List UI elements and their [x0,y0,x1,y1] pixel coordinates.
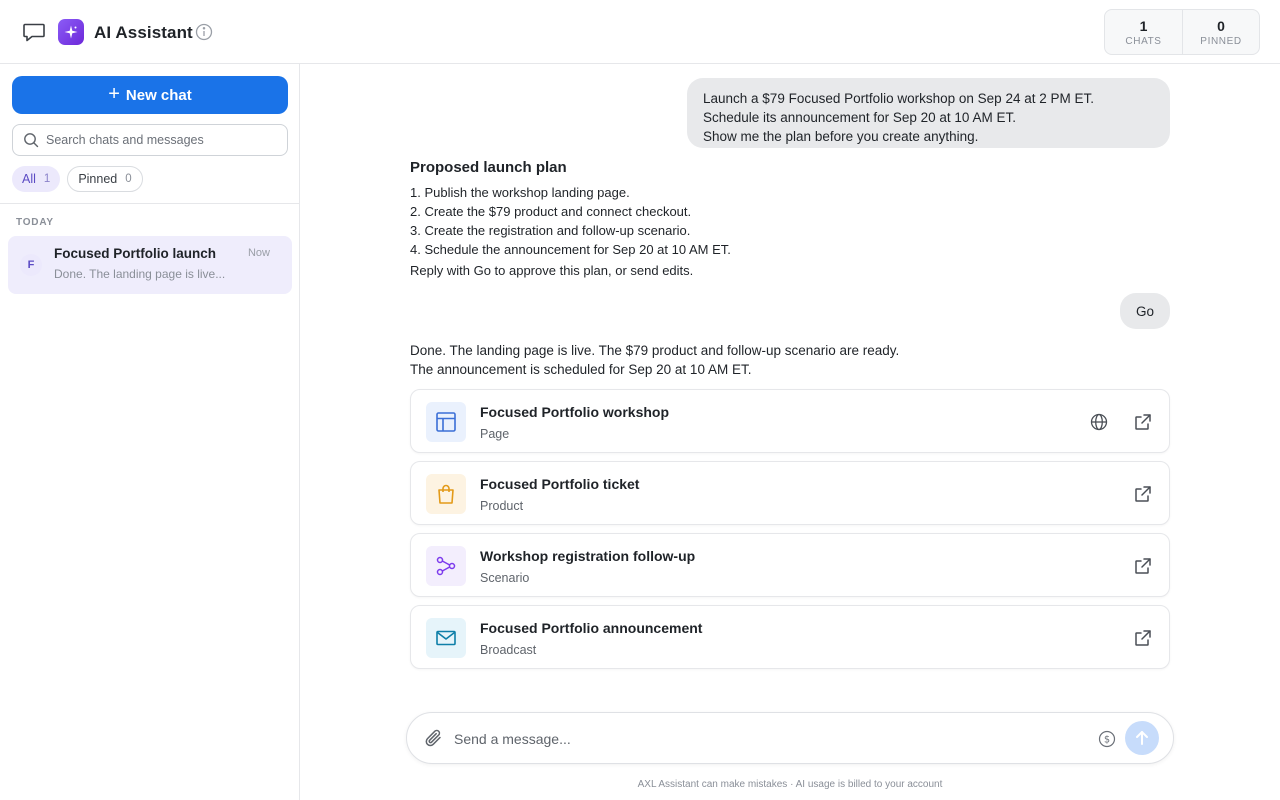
user-message: Launch a $79 Focused Portfolio workshop … [687,78,1170,148]
plan-step: 4. Schedule the announcement for Sep 20 … [410,242,731,257]
message-composer: $ [406,712,1174,764]
chat-list-item[interactable]: F Focused Portfolio launch Now Done. The… [8,236,292,294]
sidebar: + New chat All 1 Pinned 0 TODAY F Focuse… [0,64,300,800]
plus-icon: + [108,83,120,105]
result-title: Workshop registration follow-up [480,548,696,564]
plan-step: 1. Publish the workshop landing page. [410,185,630,200]
stat-chats-label: CHATS [1125,35,1162,47]
result-card-page[interactable]: Focused Portfolio workshop Page [410,389,1170,453]
external-link-icon[interactable] [1133,412,1153,432]
billing-dollar-icon[interactable]: $ [1098,730,1116,748]
result-type: Broadcast [480,643,537,657]
assistant-plan-message: Proposed launch plan 1. Publish the work… [410,159,1010,278]
external-link-icon[interactable] [1133,628,1153,648]
result-title: Focused Portfolio announcement [480,620,703,636]
disclaimer-text: AXL Assistant can make mistakes · AI usa… [637,779,943,790]
section-label-today: TODAY [16,217,54,228]
new-chat-button[interactable]: + New chat [12,76,288,114]
result-type: Product [480,499,524,513]
assistant-done-message: Done. The landing page is live. The $79 … [410,341,1110,379]
result-card-broadcast[interactable]: Focused Portfolio announcement Broadcast [410,605,1170,669]
new-chat-label: New chat [125,86,192,104]
result-title: Focused Portfolio workshop [480,404,670,420]
stat-chats-value: 1 [1139,17,1148,34]
mail-icon [426,618,466,658]
chat-bubble-icon[interactable] [22,21,46,43]
plan-reply-hint: Reply with Go to approve this plan, or s… [410,263,694,278]
filter-tabs: All 1 Pinned 0 [12,166,143,192]
stat-pinned: 0 PINNED [1182,10,1259,54]
divider [0,203,299,204]
result-type: Page [480,427,510,441]
app-header: AI Assistant 1 CHATS 0 PINNED [0,0,1280,64]
result-title: Focused Portfolio ticket [480,476,640,492]
filter-all[interactable]: All 1 [12,166,61,192]
user-message-line: Schedule its announcement for Sep 20 at … [703,110,1016,125]
globe-icon[interactable] [1089,412,1109,432]
result-card-product[interactable]: Focused Portfolio ticket Product [410,461,1170,525]
send-button[interactable] [1125,721,1159,755]
external-link-icon[interactable] [1133,484,1153,504]
shopping-bag-icon [426,474,466,514]
message-input[interactable] [454,728,1074,750]
chat-item-snippet: Done. The landing page is live... [54,267,226,281]
paperclip-icon[interactable] [423,727,445,749]
filter-all-label: All [22,172,36,186]
result-card-scenario[interactable]: Workshop registration follow-up Scenario [410,533,1170,597]
chat-item-time: Now [247,247,270,259]
app-title: AI Assistant [94,23,193,42]
stat-chats: 1 CHATS [1105,10,1182,54]
filter-pinned-count: 0 [125,173,132,185]
plan-step: 3. Create the registration and follow-up… [410,223,691,238]
stat-pinned-value: 0 [1217,17,1225,34]
chat-avatar: F [20,254,42,276]
plan-step: 2. Create the $79 product and connect ch… [410,204,692,219]
external-link-icon[interactable] [1133,556,1153,576]
user-message-line: Show me the plan before you create anyth… [703,129,979,144]
svg-text:$: $ [1104,735,1110,746]
done-line: The announcement is scheduled for Sep 20… [410,362,752,377]
search-box [12,124,288,156]
search-input[interactable] [46,133,276,147]
done-line: Done. The landing page is live. The $79 … [410,343,900,358]
arrow-up-icon [1136,731,1148,745]
filter-pinned-label: Pinned [78,172,118,186]
result-type: Scenario [480,571,530,585]
plan-title: Proposed launch plan [410,159,567,176]
user-message-go: Go [1120,293,1170,329]
assistant-logo-icon [58,19,84,45]
workflow-icon [426,546,466,586]
info-icon[interactable] [195,23,213,41]
filter-pinned[interactable]: Pinned 0 [67,166,143,192]
conversation-panel: Launch a $79 Focused Portfolio workshop … [300,64,1280,800]
search-icon [24,133,39,148]
stat-pinned-label: PINNED [1200,35,1242,47]
filter-all-count: 1 [43,173,51,185]
chat-item-title: Focused Portfolio launch [54,246,217,261]
user-message-line: Launch a $79 Focused Portfolio workshop … [703,91,1094,106]
layout-icon [426,402,466,442]
stats-panel: 1 CHATS 0 PINNED [1104,9,1260,55]
